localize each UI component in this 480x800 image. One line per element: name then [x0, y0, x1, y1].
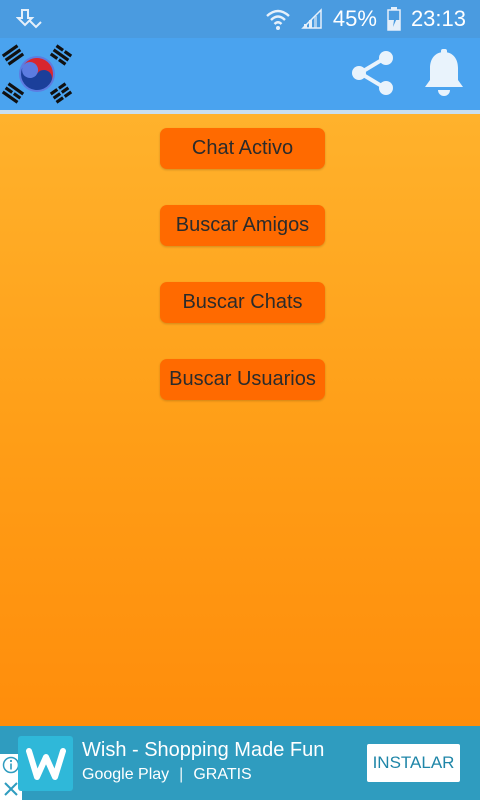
ad-banner[interactable]: Wish - Shopping Made Fun Google Play | G… [0, 726, 480, 800]
ad-price: GRATIS [193, 766, 252, 783]
ad-title[interactable]: Wish - Shopping Made Fun [82, 739, 324, 762]
wish-app-logo[interactable] [18, 736, 73, 791]
korea-flag-logo[interactable] [0, 41, 74, 107]
buscar-chats-button[interactable]: Buscar Chats [160, 282, 325, 323]
ad-store-name: Google Play [82, 766, 170, 783]
ad-separator: | [179, 766, 184, 783]
battery-percent: 45% [332, 6, 377, 31]
chat-activo-button[interactable]: Chat Activo [160, 128, 325, 169]
download-notification-icon [15, 7, 42, 31]
buscar-amigos-button[interactable]: Buscar Amigos [160, 205, 325, 246]
install-button[interactable]: INSTALAR [367, 744, 460, 782]
main-content: Chat Activo Buscar Amigos Buscar Chats B… [0, 114, 480, 726]
buscar-usuarios-button[interactable]: Buscar Usuarios [160, 359, 325, 400]
status-bar: 45% 23:13 [0, 0, 480, 38]
ad-subtitle: Google Play | GRATIS [82, 766, 252, 784]
share-icon [347, 48, 397, 103]
clock: 23:13 [410, 6, 466, 31]
signal-icon [301, 8, 323, 30]
bell-icon [422, 48, 466, 103]
wifi-icon [265, 7, 291, 31]
battery-charging-icon [387, 7, 401, 31]
app-bar [0, 38, 480, 110]
notifications-button[interactable] [418, 46, 470, 104]
share-button[interactable] [344, 48, 400, 102]
